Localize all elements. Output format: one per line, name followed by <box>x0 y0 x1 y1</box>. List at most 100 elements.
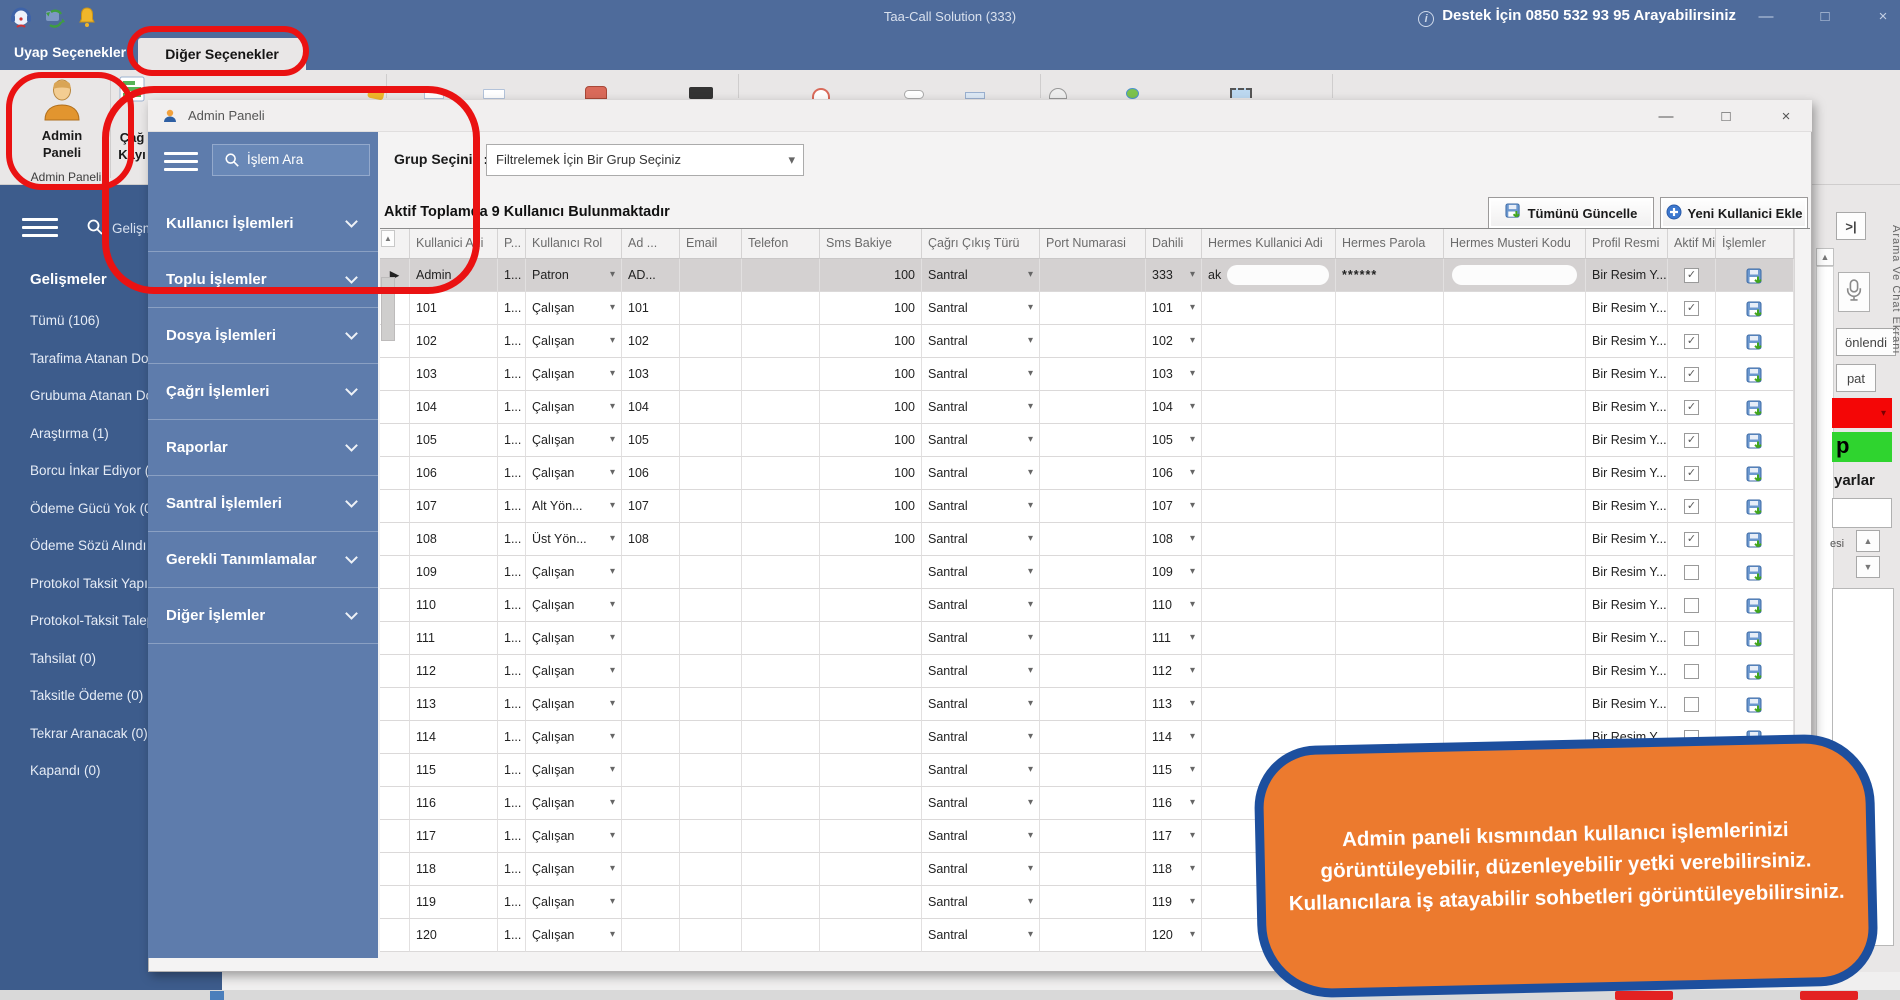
cell-cagri-cikis-dropdown[interactable]: Santral▾ <box>922 622 1040 655</box>
maximize-button[interactable]: □ <box>1808 8 1842 25</box>
save-user-button[interactable] <box>1746 497 1764 523</box>
cell-hermes-musteri-kodu[interactable] <box>1444 391 1586 424</box>
table-row[interactable]: 1091...Çalışan▾Santral▾109▾Bir Resim Y..… <box>380 556 1810 589</box>
active-checkbox[interactable]: ✓ <box>1684 400 1699 415</box>
admin-search-input[interactable]: İşlem Ara <box>212 144 370 176</box>
table-row[interactable]: 1131...Çalışan▾Santral▾113▾Bir Resim Y..… <box>380 688 1810 721</box>
cell-kullanici-rol-dropdown[interactable]: Çalışan▾ <box>526 853 622 886</box>
save-user-button[interactable] <box>1746 629 1764 655</box>
cell-cagri-cikis-dropdown[interactable]: Santral▾ <box>922 754 1040 787</box>
cell-hermes-parola[interactable] <box>1336 358 1444 391</box>
cell-dahili-dropdown[interactable]: 101▾ <box>1146 292 1202 325</box>
cell-hermes-kullanici-adi[interactable] <box>1202 490 1336 523</box>
cell-dahili-dropdown[interactable]: 106▾ <box>1146 457 1202 490</box>
cell-hermes-parola[interactable] <box>1336 391 1444 424</box>
cell-hermes-kullanici-adi[interactable] <box>1202 523 1336 556</box>
cell-cagri-cikis-dropdown[interactable]: Santral▾ <box>922 259 1040 292</box>
cell-profil-resmi[interactable]: Bir Resim Y... <box>1586 424 1668 457</box>
cell-hermes-kullanici-adi[interactable] <box>1202 325 1336 358</box>
column-header[interactable]: Hermes Kullanici Adi <box>1202 229 1336 259</box>
active-checkbox[interactable]: ✓ <box>1684 466 1699 481</box>
table-row[interactable]: 1051...Çalışan▾105100Santral▾105▾Bir Res… <box>380 424 1810 457</box>
status-green-bar-partial[interactable]: p <box>1832 432 1892 462</box>
status-red-bar[interactable]: ▾ <box>1832 398 1892 428</box>
cell-dahili-dropdown[interactable]: 107▾ <box>1146 490 1202 523</box>
cell-kullanici-rol-dropdown[interactable]: Çalışan▾ <box>526 622 622 655</box>
cell-cagri-cikis-dropdown[interactable]: Santral▾ <box>922 688 1040 721</box>
cell-kullanici-rol-dropdown[interactable]: Çalışan▾ <box>526 688 622 721</box>
right-panel-input[interactable] <box>1832 498 1892 528</box>
cell-hermes-kullanici-adi[interactable] <box>1202 292 1336 325</box>
cell-kullanici-rol-dropdown[interactable]: Alt Yön...▾ <box>526 490 622 523</box>
cell-profil-resmi[interactable]: Bir Resim Y... <box>1586 688 1668 721</box>
active-checkbox[interactable]: ✓ <box>1684 367 1699 382</box>
cell-profil-resmi[interactable]: Bir Resim Y... <box>1586 523 1668 556</box>
cell-hermes-parola[interactable] <box>1336 490 1444 523</box>
cell-hermes-parola[interactable] <box>1336 589 1444 622</box>
update-all-button[interactable]: Tümünü Güncelle <box>1488 197 1654 229</box>
scroll-up-icon[interactable]: ▲ <box>1816 248 1834 266</box>
table-row[interactable]: 1021...Çalışan▾102100Santral▾102▾Bir Res… <box>380 325 1810 358</box>
cell-cagri-cikis-dropdown[interactable]: Santral▾ <box>922 787 1040 820</box>
column-header[interactable]: Telefon <box>742 229 820 259</box>
admin-minimize-button[interactable]: — <box>1644 104 1688 130</box>
cell-kullanici-rol-dropdown[interactable]: Çalışan▾ <box>526 655 622 688</box>
cell-kullanici-rol-dropdown[interactable]: Çalışan▾ <box>526 754 622 787</box>
cell-kullanici-rol-dropdown[interactable]: Çalışan▾ <box>526 787 622 820</box>
cell-dahili-dropdown[interactable]: 103▾ <box>1146 358 1202 391</box>
cell-dahili-dropdown[interactable]: 113▾ <box>1146 688 1202 721</box>
column-header[interactable]: Dahili <box>1146 229 1202 259</box>
cell-hermes-kullanici-adi[interactable] <box>1202 424 1336 457</box>
expand-panel-button[interactable]: >| <box>1836 212 1866 240</box>
close-call-button-partial[interactable]: pat <box>1836 364 1876 392</box>
cell-hermes-kullanici-adi[interactable] <box>1202 622 1336 655</box>
active-checkbox[interactable]: ✓ <box>1684 301 1699 316</box>
cell-profil-resmi[interactable]: Bir Resim Y... <box>1586 490 1668 523</box>
column-header[interactable]: İşlemler <box>1716 229 1794 259</box>
side-tab-arama-chat[interactable]: Arama Ve Chat Ekranı <box>1884 150 1900 430</box>
save-user-button[interactable] <box>1746 662 1764 688</box>
table-row[interactable]: 1121...Çalışan▾Santral▾112▾Bir Resim Y..… <box>380 655 1810 688</box>
save-user-button[interactable] <box>1746 695 1764 721</box>
cell-dahili-dropdown[interactable]: 105▾ <box>1146 424 1202 457</box>
cell-dahili-dropdown[interactable]: 333▾ <box>1146 259 1202 292</box>
admin-menu-item[interactable]: Dosya İşlemleri <box>148 308 378 364</box>
column-header[interactable]: Profil Resmi <box>1586 229 1668 259</box>
cell-cagri-cikis-dropdown[interactable]: Santral▾ <box>922 853 1040 886</box>
cell-cagri-cikis-dropdown[interactable]: Santral▾ <box>922 523 1040 556</box>
column-header[interactable]: Kullanici Adi <box>410 229 498 259</box>
cell-cagri-cikis-dropdown[interactable]: Santral▾ <box>922 655 1040 688</box>
spin-up-icon[interactable]: ▲ <box>1856 530 1880 552</box>
cell-hermes-parola[interactable] <box>1336 655 1444 688</box>
new-user-button[interactable]: Yeni Kullanici Ekle <box>1660 197 1808 229</box>
cell-dahili-dropdown[interactable]: 118▾ <box>1146 853 1202 886</box>
cell-profil-resmi[interactable]: Bir Resim Y... <box>1586 655 1668 688</box>
cell-hermes-parola[interactable] <box>1336 556 1444 589</box>
save-user-button[interactable] <box>1746 365 1764 391</box>
cell-hermes-parola[interactable] <box>1336 457 1444 490</box>
table-row[interactable]: 1061...Çalışan▾106100Santral▾106▾Bir Res… <box>380 457 1810 490</box>
active-checkbox[interactable]: ✓ <box>1684 433 1699 448</box>
table-row[interactable]: 1101...Çalışan▾Santral▾110▾Bir Resim Y..… <box>380 589 1810 622</box>
cell-dahili-dropdown[interactable]: 120▾ <box>1146 919 1202 952</box>
cell-kullanici-rol-dropdown[interactable]: Çalışan▾ <box>526 325 622 358</box>
save-user-button[interactable] <box>1746 299 1764 325</box>
active-checkbox[interactable]: ✓ <box>1684 499 1699 514</box>
spin-down-icon[interactable]: ▼ <box>1856 556 1880 578</box>
table-row[interactable]: 1111...Çalışan▾Santral▾111▾Bir Resim Y..… <box>380 622 1810 655</box>
column-header[interactable]: Hermes Musteri Kodu <box>1444 229 1586 259</box>
cell-hermes-musteri-kodu[interactable] <box>1444 622 1586 655</box>
column-header[interactable]: Aktif Mi <box>1668 229 1716 259</box>
admin-menu-item[interactable]: Diğer İşlemler <box>148 588 378 644</box>
cell-kullanici-rol-dropdown[interactable]: Çalışan▾ <box>526 721 622 754</box>
cell-cagri-cikis-dropdown[interactable]: Santral▾ <box>922 457 1040 490</box>
hermes-user-input[interactable] <box>1227 265 1329 285</box>
cell-hermes-kullanici-adi[interactable] <box>1202 556 1336 589</box>
cell-hermes-kullanici-adi[interactable] <box>1202 688 1336 721</box>
cell-cagri-cikis-dropdown[interactable]: Santral▾ <box>922 589 1040 622</box>
table-row[interactable]: 1071...Alt Yön...▾107100Santral▾107▾Bir … <box>380 490 1810 523</box>
cell-kullanici-rol-dropdown[interactable]: Çalışan▾ <box>526 556 622 589</box>
column-header[interactable]: Kullanıcı Rol <box>526 229 622 259</box>
cell-hermes-parola[interactable] <box>1336 325 1444 358</box>
cell-profil-resmi[interactable]: Bir Resim Y... <box>1586 589 1668 622</box>
